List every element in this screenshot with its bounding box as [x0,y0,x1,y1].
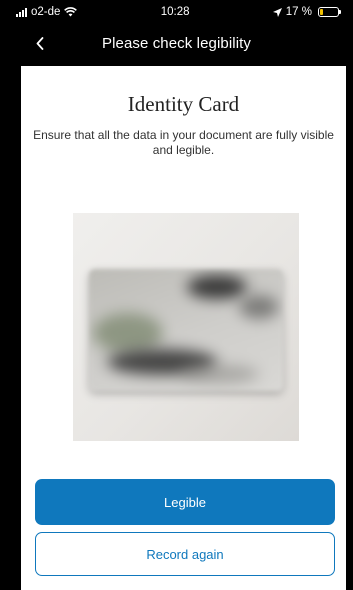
screen: o2-de 10:28 17 % Please check legibility… [0,0,353,590]
back-button[interactable] [28,30,52,56]
battery-percent: 17 % [285,6,312,18]
nav-bar: Please check legibility [0,24,353,62]
status-right: 17 % [272,6,341,18]
battery-fill [319,9,323,15]
page-title: Please check legibility [101,34,252,52]
wifi-icon [64,7,78,17]
battery-icon [317,7,341,17]
document-photo [73,213,299,441]
chevron-left-icon [36,36,44,50]
status-bar: o2-de 10:28 17 % [0,0,353,24]
carrier-label: o2-de [31,6,61,18]
status-left: o2-de [16,6,78,18]
content-card: Identity Card Ensure that all the data i… [21,66,346,590]
instructions-text: Ensure that all the data in your documen… [33,128,334,157]
record-again-button[interactable]: Record again [35,532,335,576]
id-card-image [89,269,283,391]
signal-icon [16,7,27,17]
document-title: Identity Card [127,92,240,116]
legible-button[interactable]: Legible [35,479,335,525]
location-arrow-icon [272,7,282,17]
clock: 10:28 [160,6,190,18]
